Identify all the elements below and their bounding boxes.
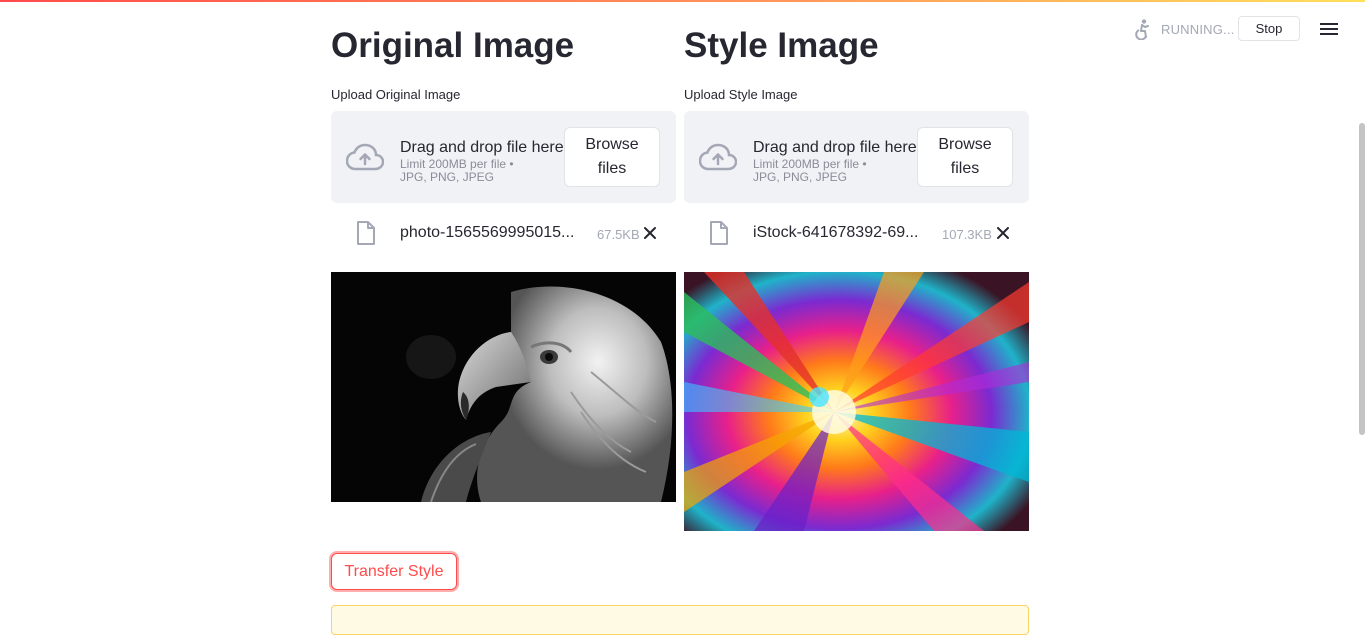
stop-button[interactable]: Stop [1238,16,1300,41]
file-icon [710,221,728,245]
original-image-heading: Original Image [331,26,575,65]
file-size: 107.3KB [942,227,992,242]
file-name: photo-1565569995015... [400,224,575,241]
dropzone-limit-text: Limit 200MB per file • JPG, PNG, JPEG [400,157,514,184]
browse-files-button[interactable]: Browse files [564,127,660,187]
uploaded-file-row: iStock-641678392-69... 107.3KB [684,216,1029,250]
original-file-dropzone[interactable]: Drag and drop file here Limit 200MB per … [331,111,676,203]
style-file-dropzone[interactable]: Drag and drop file here Limit 200MB per … [684,111,1029,203]
cloud-upload-icon [346,143,384,171]
browse-files-button[interactable]: Browse files [917,127,1013,187]
uploaded-file-row: photo-1565569995015... 67.5KB [331,216,676,250]
running-figure-icon [1135,19,1149,40]
page-scrollbar[interactable] [1359,123,1365,435]
dropzone-title: Drag and drop file here [753,139,917,156]
cloud-upload-icon [699,143,737,171]
transfer-style-button[interactable]: Transfer Style [331,553,457,590]
original-image-preview [331,272,676,502]
top-decoration-bar [0,0,1365,2]
file-icon [357,221,375,245]
upload-original-label: Upload Original Image [331,87,461,102]
close-icon[interactable] [643,226,657,240]
dropzone-limit-text: Limit 200MB per file • JPG, PNG, JPEG [753,157,867,184]
eagle-image [331,272,676,502]
dropzone-title: Drag and drop file here [400,139,564,156]
app-status: RUNNING... [1131,16,1235,42]
file-size: 67.5KB [597,227,640,242]
upload-style-label: Upload Style Image [684,87,798,102]
style-image-preview [684,272,1029,531]
close-icon[interactable] [996,226,1010,240]
color-burst-image [684,272,1029,531]
style-image-heading: Style Image [684,26,879,65]
running-status-text: RUNNING... [1161,21,1235,37]
hamburger-menu-icon[interactable] [1320,20,1338,38]
file-name: iStock-641678392-69... [753,224,919,241]
warning-alert-box [331,605,1029,635]
